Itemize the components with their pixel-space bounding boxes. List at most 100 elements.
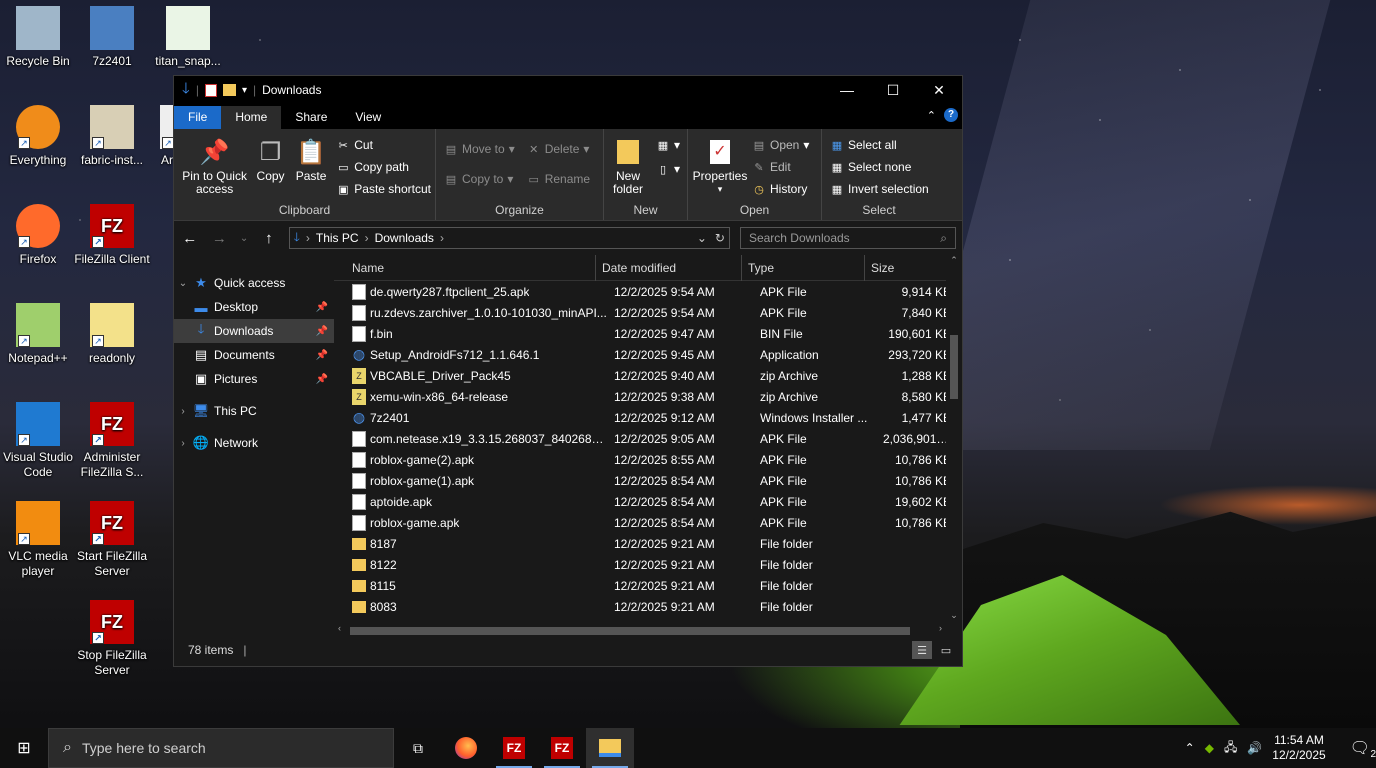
scroll-up-icon[interactable]: ⌃ — [946, 255, 962, 266]
search-box[interactable]: Search Downloads ⌕ — [739, 227, 956, 249]
scroll-left-icon[interactable]: ‹ — [338, 623, 341, 633]
delete-button[interactable]: ✕ Delete ▾ — [527, 141, 590, 157]
file-row[interactable]: roblox-game.apk 12/2/2025 8:54 AM APK File… — [346, 512, 962, 533]
cut-button[interactable]: ✂ Cut — [336, 137, 431, 153]
desktop-icon-stop-filezilla-server[interactable]: FZ ↗ Stop FileZilla Server — [74, 600, 150, 678]
taskbar-filezilla-2[interactable]: FZ — [538, 728, 586, 768]
taskbar-firefox[interactable] — [442, 728, 490, 768]
file-row[interactable]: roblox-game(2).apk 12/2/2025 8:55 AM APK F… — [346, 449, 962, 470]
file-row[interactable]: ◍ Setup_AndroidFs712_1.1.646.1 12/2/2025 9… — [346, 344, 962, 365]
nav-documents[interactable]: ▤ Documents 📌 — [174, 343, 334, 367]
minimize-button[interactable]: — — [824, 76, 870, 104]
address-dropdown-icon[interactable]: ⌄ — [697, 231, 707, 245]
maximize-button[interactable]: ☐ — [870, 76, 916, 104]
recent-locations-button[interactable]: ⌄ — [239, 233, 249, 244]
nav-pictures[interactable]: ▣ Pictures 📌 — [174, 367, 334, 391]
move-to-button[interactable]: ▤ Move to ▾ — [444, 141, 515, 157]
history-button[interactable]: ◷ History — [752, 181, 809, 197]
desktop-icon-visual-studio-code[interactable]: ↗ Visual Studio Code — [0, 402, 76, 480]
search-input[interactable]: Search Downloads — [749, 231, 850, 245]
scroll-right-icon[interactable]: › — [939, 623, 942, 633]
copy-path-button[interactable]: ▭ Copy path — [336, 159, 431, 175]
paste-shortcut-button[interactable]: ▣ Paste shortcut — [336, 181, 431, 197]
expand-arrow-icon[interactable]: ⌄ — [174, 278, 192, 289]
desktop-icon-fabric-inst[interactable]: ↗ fabric-inst... — [74, 105, 150, 168]
taskbar-filezilla-1[interactable]: FZ — [490, 728, 538, 768]
collapse-ribbon-icon[interactable]: ⌃ — [927, 109, 936, 122]
invert-selection-button[interactable]: ▦ Invert selection — [830, 181, 929, 197]
taskbar-search-input[interactable]: Type here to search — [82, 740, 206, 756]
file-row[interactable]: Zxemu-win-x86_64-release 12/2/2025 9:38 A… — [346, 386, 962, 407]
nav-quick-access[interactable]: ⌄ ★ Quick access — [174, 271, 334, 295]
file-row[interactable]: Z VBCABLE_Driver_Pack45 12/2/2025 9:40 AM z… — [346, 365, 962, 386]
nav-this-pc[interactable]: › 🖥 This PC — [174, 399, 334, 423]
column-name[interactable]: Name — [334, 254, 596, 281]
expand-arrow-icon[interactable]: › — [174, 438, 192, 449]
qat-dropdown-icon[interactable]: ▾ — [242, 85, 247, 96]
nav-network[interactable]: › 🌐 Network — [174, 431, 334, 455]
desktop-icon-titan-snap[interactable]: titan_snap... — [150, 6, 226, 69]
select-none-button[interactable]: ▦ Select none — [830, 159, 929, 175]
column-date-modified[interactable]: Date modified — [596, 254, 742, 281]
forward-button[interactable]: → — [210, 230, 230, 247]
open-button[interactable]: ▤ Open ▾ — [752, 137, 810, 153]
easy-access-button[interactable]: ▯ ▾ — [656, 161, 680, 177]
new-folder-icon[interactable] — [222, 84, 236, 96]
tab-view[interactable]: View — [341, 106, 395, 129]
file-row[interactable]: 8122 12/2/2025 9:21 AM File folder — [346, 554, 962, 575]
expand-arrow-icon[interactable]: › — [174, 406, 192, 417]
file-row[interactable]: f.bin 12/2/2025 9:47 AM BIN File 190,601 KB — [346, 323, 962, 344]
desktop-icon-notepad[interactable]: ↗ Notepad++ — [0, 303, 76, 366]
edit-button[interactable]: ✎ Edit — [752, 159, 809, 175]
file-row[interactable]: ru.zdevs.zarchiver_1.0.10-101030_minAPI.… — [346, 302, 962, 323]
file-row[interactable]: com.netease.x19_3.3.15.268037_84026803..… — [346, 428, 962, 449]
file-row[interactable]: roblox-game(1).apk 12/2/2025 8:54 AM APK F… — [346, 470, 962, 491]
large-icons-view-icon[interactable]: ▭ — [936, 641, 956, 659]
scroll-down-icon[interactable]: ⌄ — [946, 610, 962, 621]
taskbar-search[interactable]: ⌕ Type here to search — [48, 728, 394, 768]
clock[interactable]: 11:54 AM 12/2/2025 — [1272, 733, 1325, 763]
properties-icon[interactable] — [204, 83, 217, 97]
file-row[interactable]: 8083 12/2/2025 9:21 AM File folder — [346, 596, 962, 617]
desktop-icon-filezilla-client[interactable]: FZ ↗ FileZilla Client — [74, 204, 150, 267]
select-all-button[interactable]: ▦ Select all — [830, 137, 929, 153]
start-button[interactable]: ⊞ — [0, 728, 48, 768]
tab-share[interactable]: Share — [281, 106, 341, 129]
desktop-icon-firefox[interactable]: ↗ Firefox — [0, 204, 76, 267]
nav-desktop[interactable]: ▬ Desktop 📌 — [174, 295, 334, 319]
vertical-scrollbar[interactable]: ⌃ ⌄ — [946, 255, 962, 637]
nvidia-icon[interactable]: ◆ — [1205, 741, 1214, 755]
rename-button[interactable]: ▭ Rename — [527, 171, 591, 187]
notification-button[interactable]: 🗨 2 — [1350, 738, 1376, 760]
file-row[interactable]: 8115 12/2/2025 9:21 AM File folder — [346, 575, 962, 596]
back-button[interactable]: ← — [180, 230, 200, 247]
desktop-icon-administer-filezilla-s[interactable]: FZ ↗ Administer FileZilla S... — [74, 402, 150, 480]
scroll-thumb[interactable] — [350, 627, 910, 635]
show-hidden-icons[interactable]: ⌃ — [1185, 741, 1195, 755]
desktop-icon-recycle-bin[interactable]: Recycle Bin — [0, 6, 76, 69]
network-icon[interactable]: 🖧 — [1224, 738, 1237, 759]
taskbar-file-explorer[interactable] — [586, 728, 634, 768]
column-size[interactable]: Size — [865, 255, 939, 281]
task-view-button[interactable]: ⧉ — [394, 728, 442, 768]
tab-home[interactable]: Home — [221, 106, 282, 129]
address-bar[interactable]: 🡓 › This PC › Downloads › ⌄ ↻ — [288, 227, 730, 249]
desktop-icon-ar[interactable]: ↗ Ar — [160, 105, 174, 168]
new-item-button[interactable]: ▦ ▾ — [656, 137, 680, 153]
breadcrumb-downloads[interactable]: Downloads — [375, 231, 434, 245]
desktop-icon-7z2401[interactable]: 7z2401 — [74, 6, 150, 69]
desktop-icon-readonly[interactable]: ↗ readonly — [74, 303, 150, 366]
volume-icon[interactable]: 🔊 — [1247, 741, 1262, 755]
breadcrumb-this-pc[interactable]: This PC — [316, 231, 359, 245]
file-row[interactable]: ◍ 7z2401 12/2/2025 9:12 AM Windows Installe… — [346, 407, 962, 428]
column-type[interactable]: Type — [742, 254, 865, 281]
desktop-icon-vlc-media-player[interactable]: ↗ VLC media player — [0, 501, 76, 579]
copy-to-button[interactable]: ▤ Copy to ▾ — [444, 171, 515, 187]
refresh-icon[interactable]: ↻ — [715, 231, 725, 245]
title-bar[interactable]: 🡓 | ▾ | Downloads — ☐ ✕ — [174, 76, 962, 104]
tab-file[interactable]: File — [174, 106, 222, 129]
help-icon[interactable]: ? — [944, 108, 958, 122]
horizontal-scrollbar[interactable]: ‹ › — [334, 623, 946, 637]
scroll-thumb[interactable] — [950, 335, 958, 399]
file-row[interactable]: 8187 12/2/2025 9:21 AM File folder — [346, 533, 962, 554]
